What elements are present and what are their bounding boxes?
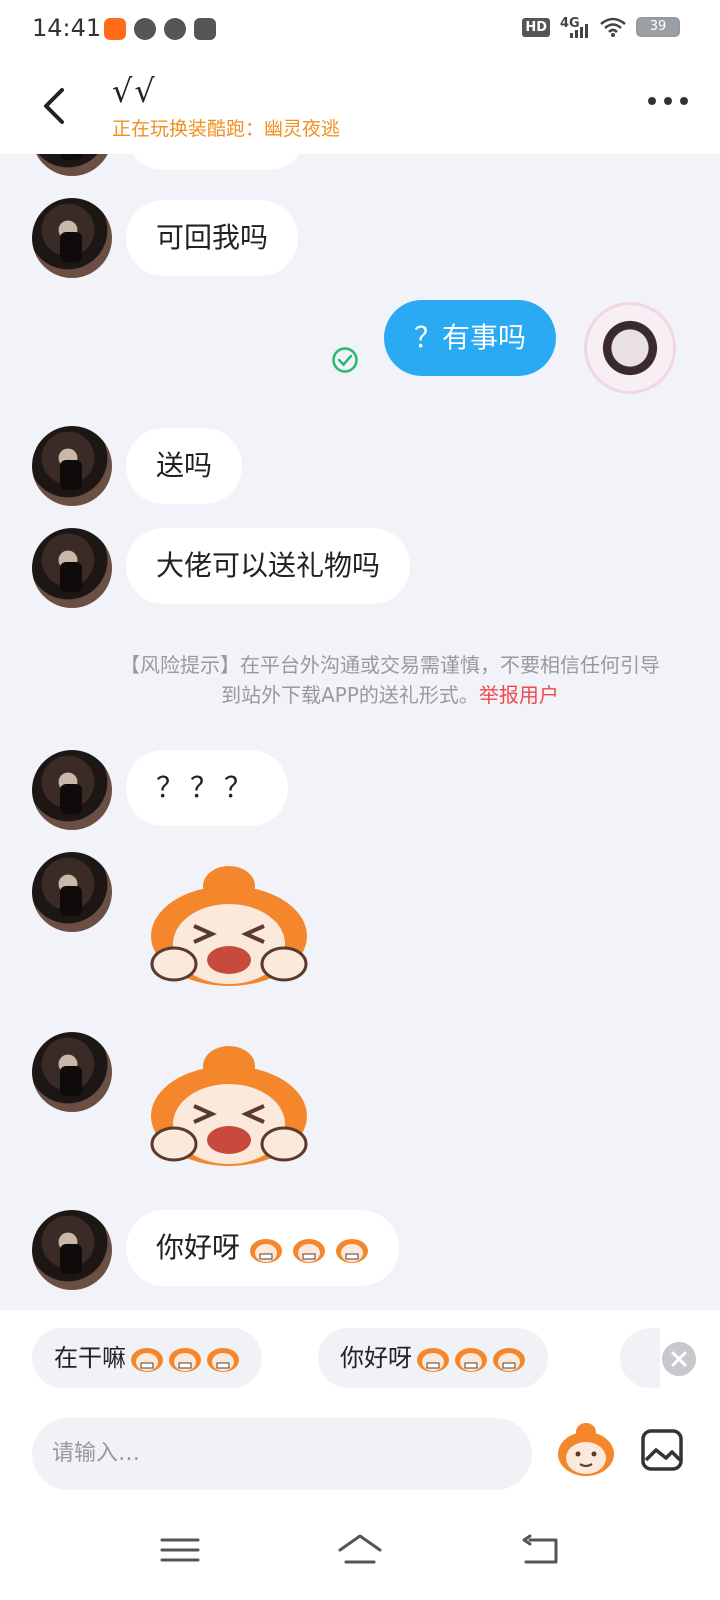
emoji-face-icon — [292, 1239, 325, 1263]
peer-avatar[interactable] — [32, 154, 112, 176]
message-bubble[interactable]: 大佬可以送礼物吗 — [126, 528, 411, 604]
home-icon[interactable] — [336, 1530, 384, 1570]
quick-reply-bar: 在干嘛 你好呀 — [0, 1310, 720, 1396]
quick-reply-chip[interactable]: 你好呀 — [318, 1328, 548, 1388]
play-icon — [194, 18, 216, 40]
risk-notice: 【风险提示】在平台外沟通或交易需谨慎，不要相信任何引导到站外下载APP的送礼形式… — [120, 650, 660, 710]
message-list[interactable]: 可回我吗 ？有事吗 送吗 大佬可以送礼物吗 【风险提示】在平台外沟通或交易需谨慎… — [0, 154, 720, 1310]
more-dot — [680, 97, 688, 105]
status-bar: 14:41 HD 4G 39 — [0, 0, 720, 56]
more-options-button[interactable] — [648, 94, 688, 108]
peer-avatar[interactable] — [32, 1032, 112, 1112]
message-bubble[interactable]: 可回我吗 — [126, 200, 299, 276]
more-dot — [648, 97, 656, 105]
sticker-crying-icon[interactable] — [144, 864, 314, 994]
peer-avatar[interactable] — [32, 750, 112, 830]
composer: 请输入… — [0, 1396, 720, 1506]
hd-icon: HD — [522, 17, 550, 37]
sent-check-icon — [332, 347, 358, 373]
emoji-face-icon — [335, 1239, 368, 1263]
my-avatar[interactable] — [584, 302, 676, 394]
chat-title: √√ — [112, 72, 157, 110]
quick-reply-chip-partial[interactable] — [620, 1328, 660, 1388]
system-nav-bar — [0, 1506, 720, 1600]
message-bubble-partial[interactable] — [126, 154, 306, 170]
menu-icon[interactable] — [156, 1530, 204, 1570]
emoji-face-icon — [131, 1348, 163, 1372]
message-bubble[interactable]: 你好呀 — [126, 1210, 399, 1286]
emoji-face-icon — [493, 1348, 525, 1372]
emoji-face-icon — [249, 1239, 282, 1263]
emoji-face-icon — [169, 1348, 201, 1372]
message-input[interactable]: 请输入… — [32, 1418, 532, 1490]
image-icon[interactable] — [640, 1428, 684, 1472]
close-icon[interactable] — [662, 1342, 696, 1376]
emoji-face-icon — [207, 1348, 239, 1372]
back-icon[interactable] — [516, 1530, 564, 1570]
battery-icon: 39 — [636, 17, 680, 37]
peer-avatar[interactable] — [32, 852, 112, 932]
quick-reply-label: 你好呀 — [340, 1344, 412, 1372]
app-icon-233 — [104, 18, 126, 40]
signal-icon: 4G — [560, 16, 590, 38]
playing-status[interactable]: 正在玩换装酷跑：幽灵夜逃 — [112, 114, 340, 141]
sticker-crying-icon[interactable] — [144, 1044, 314, 1174]
more-dot — [664, 97, 672, 105]
quick-reply-label: 在干嘛 — [54, 1344, 126, 1372]
peer-avatar[interactable] — [32, 198, 112, 278]
message-bubble[interactable]: 送吗 — [126, 428, 243, 504]
status-time: 14:41 — [32, 14, 102, 42]
peer-avatar[interactable] — [32, 1210, 112, 1290]
message-text: 你好呀 — [156, 1231, 241, 1264]
quick-reply-chip[interactable]: 在干嘛 — [32, 1328, 262, 1388]
peer-avatar[interactable] — [32, 528, 112, 608]
chat-header: √√ 正在玩换装酷跑：幽灵夜逃 — [0, 56, 720, 154]
my-message-bubble[interactable]: ？有事吗 — [383, 300, 556, 376]
emoji-face-icon — [417, 1348, 449, 1372]
app-icon-link — [134, 18, 156, 40]
wifi-icon — [600, 17, 626, 37]
risk-notice-text: 【风险提示】在平台外沟通或交易需谨慎，不要相信任何引导到站外下载APP的送礼形式… — [120, 653, 660, 707]
emoji-face-icon — [455, 1348, 487, 1372]
peer-avatar[interactable] — [32, 426, 112, 506]
message-bubble[interactable]: ？？？ — [126, 750, 289, 826]
wechat-icon — [164, 18, 186, 40]
back-arrow-icon[interactable] — [38, 86, 72, 126]
report-user-link[interactable]: 举报用户 — [479, 683, 559, 707]
emoji-face-icon[interactable] — [556, 1420, 616, 1480]
